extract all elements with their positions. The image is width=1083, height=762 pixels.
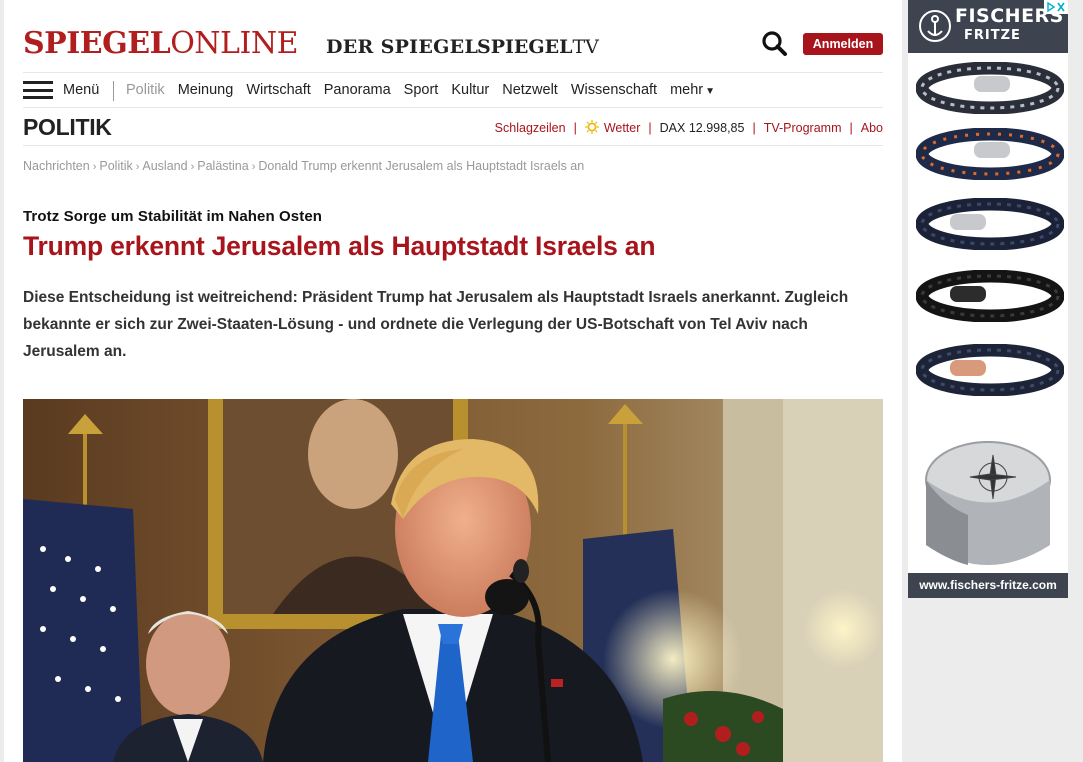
search-icon[interactable] [761,30,789,58]
breadcrumb-item[interactable]: Politik [99,159,132,173]
anchor-logo-icon [919,10,951,42]
hamburger-icon [23,81,53,99]
article-intro: Diese Entscheidung ist weitreichend: Prä… [23,289,849,360]
dax-value: 12.998,85 [688,120,745,135]
nav-items: Politik Meinung Wirtschaft Panorama Spor… [126,73,728,107]
bracelet-image[interactable] [916,344,1064,396]
ad-footer-link[interactable]: www.fischers-fritze.com [908,573,1068,598]
breadcrumb-item[interactable]: Ausland [142,159,187,173]
weather-label: Wetter [603,121,641,135]
breadcrumb-separator: › [251,161,256,173]
logo-online-text: ONLINE [170,26,298,61]
spiegel-tv-logo[interactable]: SPIEGELTV [477,36,599,58]
link-separator: | [648,120,652,135]
dax-label: DAX [659,120,686,135]
bracelet-image[interactable] [916,62,1064,114]
article-header: Trotz Sorge um Stabilität im Nahen Osten… [23,208,883,365]
section-bar: POLITIK Schlagzeilen | Wetter | DAX 12.9… [23,108,883,146]
dax-ticker[interactable]: DAX 12.998,85 [660,121,745,135]
logo-spiegel-text: SPIEGEL [23,26,171,61]
nav-item-wissenschaft[interactable]: Wissenschaft [571,82,657,98]
clasp-closeup-image[interactable] [908,425,1068,571]
bracelet-image[interactable] [916,198,1064,250]
section-title: POLITIK [23,114,112,140]
nav-item-panorama[interactable]: Panorama [324,82,391,98]
nav-item-kultur[interactable]: Kultur [451,82,489,98]
weather-link[interactable]: Wetter [584,120,641,135]
breadcrumb-separator: › [135,161,140,173]
breadcrumb-item[interactable]: Nachrichten [23,159,90,173]
der-spiegel-logo[interactable]: DER SPIEGEL [326,36,478,58]
spiegel-online-logo[interactable]: SPIEGELONLINE [23,26,298,61]
link-separator: | [752,120,756,135]
link-separator: | [849,120,853,135]
caret-down-icon: ▼ [705,86,716,97]
logo-tv-text: TV [572,36,599,58]
sun-icon [584,120,599,134]
nav-item-meinung[interactable]: Meinung [178,82,234,98]
ad-brand-sub: FRITZE [964,28,1021,43]
headlines-link[interactable]: Schlagzeilen [495,121,566,135]
menu-button[interactable]: Menü [23,73,99,107]
main-navigation: Menü Politik Meinung Wirtschaft Panorama… [23,72,883,108]
main-page: SPIEGELONLINE DER SPIEGEL SPIEGELTV Anme… [4,0,902,762]
bracelet-image[interactable] [916,128,1064,180]
service-links: Schlagzeilen | Wetter | DAX 12.998,85 | … [495,120,883,135]
article-headline: Trump erkennt Jerusalem als Hauptstadt I… [23,231,656,261]
ad-brand-header: FISCHERS FRITZE [908,0,1068,53]
nav-item-netzwelt[interactable]: Netzwelt [502,82,558,98]
article-kicker: Trotz Sorge um Stabilität im Nahen Osten [23,208,323,225]
ad-choices-icon[interactable] [1044,0,1068,14]
breadcrumb: Nachrichten › Politik › Ausland › Palästina › Do… [23,159,584,173]
nav-item-mehr[interactable]: mehr ▼ [670,82,715,98]
abo-link[interactable]: Abo [861,121,883,135]
advertisement-banner[interactable]: FISCHERS FRITZE www.fischers-fritze.com [908,0,1068,598]
masthead: SPIEGELONLINE DER SPIEGEL SPIEGELTV Anme… [23,26,883,62]
breadcrumb-separator: › [190,161,195,173]
mehr-label: mehr [670,82,704,98]
tv-program-link[interactable]: TV-Programm [764,121,842,135]
login-button[interactable]: Anmelden [803,33,883,55]
breadcrumb-current[interactable]: Donald Trump erkennt Jerusalem als Haupt… [258,159,584,173]
link-separator: | [573,120,577,135]
breadcrumb-item[interactable]: Palästina [197,159,248,173]
bracelet-image[interactable] [916,270,1064,322]
menu-label: Menü [63,82,100,98]
logo-spiegel-tv-text: SPIEGEL [477,36,573,58]
breadcrumb-separator: › [92,161,97,173]
nav-item-sport[interactable]: Sport [404,82,439,98]
nav-item-wirtschaft[interactable]: Wirtschaft [246,82,310,98]
nav-divider [113,81,114,101]
nav-item-politik[interactable]: Politik [126,82,165,98]
article-hero-image[interactable] [23,399,883,762]
